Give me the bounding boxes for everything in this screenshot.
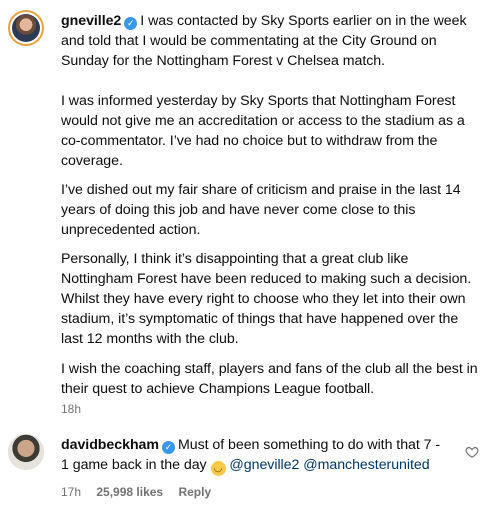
comment-paragraph: Personally, I think it’s disappointing t… xyxy=(61,249,481,349)
comment-body: davidbeckham ✓ Must of been something to d… xyxy=(61,435,441,476)
comment-paragraph: I’ve dished out my fair share of critici… xyxy=(61,180,481,240)
comment-body: gneville2 ✓ I was contacted by Sky Sports … xyxy=(61,11,481,71)
comment-first-paragraph: gneville2 ✓ I was contacted by Sky Sports … xyxy=(61,11,481,71)
comment-time: 18h xyxy=(61,402,82,416)
paragraph-text: I was contacted by Sky Sports earlier on… xyxy=(61,13,467,69)
reply-button[interactable]: Reply xyxy=(178,485,211,499)
mention-manchesterunited[interactable]: @manchesterunited xyxy=(303,457,429,473)
paragraph-text: I’ve dished out my fair share of critici… xyxy=(61,182,461,238)
verified-badge-icon: ✓ xyxy=(124,17,138,30)
comment-meta: 18h xyxy=(61,402,93,416)
paragraph-text: I wish the coaching staff, players and f… xyxy=(61,361,478,397)
comment-paragraph: I wish the coaching staff, players and f… xyxy=(61,359,481,399)
likes-count[interactable]: 25,998 likes xyxy=(96,485,163,499)
grinning-sweat-emoji-icon: ◡ xyxy=(210,461,226,476)
paragraph-text: I was informed yesterday by Sky Sports t… xyxy=(61,93,465,169)
mention-gneville2[interactable]: @gneville2 xyxy=(229,457,299,473)
username-link[interactable]: davidbeckham xyxy=(61,437,159,453)
username-link[interactable]: gneville2 xyxy=(61,13,121,29)
comment-text: davidbeckham ✓ Must of been something to d… xyxy=(61,435,441,476)
avatar-gneville2[interactable] xyxy=(8,10,44,46)
verified-badge-icon: ✓ xyxy=(161,441,175,454)
comment-meta: 17h 25,998 likes Reply xyxy=(61,485,223,499)
heart-icon[interactable] xyxy=(465,445,479,459)
comment-paragraph: I was informed yesterday by Sky Sports t… xyxy=(61,91,481,171)
comment-time: 17h xyxy=(61,485,82,499)
paragraph-text: Personally, I think it’s disappointing t… xyxy=(61,251,472,347)
avatar-davidbeckham[interactable] xyxy=(8,434,44,470)
